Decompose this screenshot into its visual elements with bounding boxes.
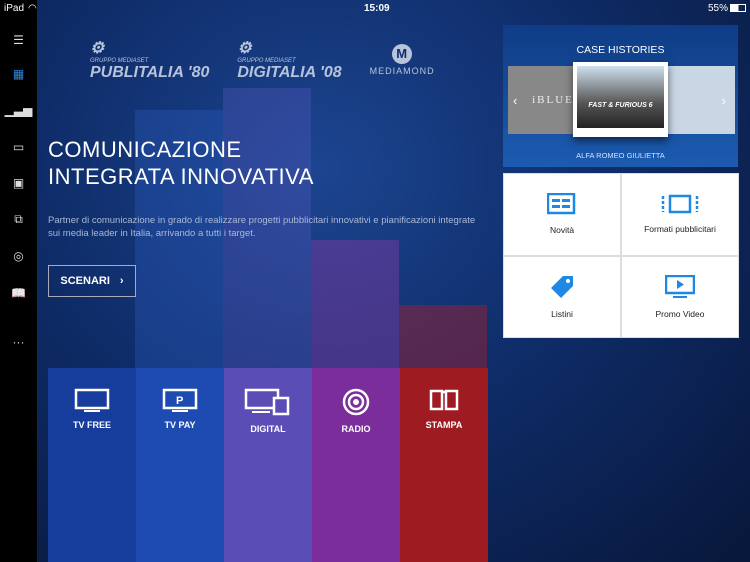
bg-column	[399, 305, 487, 370]
more-icon[interactable]: ···	[8, 333, 29, 351]
grid-item-novita[interactable]: Novità	[503, 173, 621, 256]
carousel-next-icon[interactable]: ›	[722, 93, 726, 108]
tile-tv-pay[interactable]: P TV PAY	[136, 368, 224, 562]
tile-stampa[interactable]: STAMPA	[400, 368, 488, 562]
grid-icon[interactable]: ▦	[8, 65, 29, 83]
hero-description: Partner di comunicazione in grado di rea…	[48, 215, 476, 239]
scenari-button[interactable]: SCENARI ›	[48, 265, 136, 297]
device-label: iPad	[4, 3, 25, 14]
wifi-icon: ◠	[28, 3, 37, 14]
status-bar: iPad ◠ 15:09 55%	[0, 0, 750, 16]
book-icon	[429, 389, 459, 411]
svg-text:P: P	[176, 395, 183, 407]
chart-icon[interactable]: ▁▃▅	[5, 101, 33, 119]
ad-format-icon	[661, 195, 699, 214]
digitalia-logo: ⚙ GRUPPO MEDIASET DIGITALIA '08	[237, 40, 342, 81]
carousel-item-active[interactable]: FAST & FURIOUS 6	[573, 62, 668, 137]
quick-links-grid: Novità Formati pubblicitari Listini Prom…	[503, 173, 739, 338]
tag-icon	[551, 275, 573, 298]
tile-digital[interactable]: DIGITAL	[224, 368, 312, 562]
clock: 15:09	[364, 3, 390, 14]
menu-icon[interactable]: ☰	[8, 31, 29, 49]
sidebar: ☰ ▦ ▁▃▅ ▭ ▣ ⧉ ◎ 📖 ···	[0, 0, 37, 562]
media-tiles: TV FREE P TV PAY DIGITAL RADIO STAMPA	[48, 368, 488, 562]
tv-icon	[74, 388, 110, 412]
carousel-prev-icon[interactable]: ‹	[513, 93, 517, 108]
tile-radio[interactable]: RADIO	[312, 368, 400, 562]
book-icon[interactable]: 📖	[8, 284, 29, 302]
bg-column	[311, 240, 399, 370]
pay-tv-icon: P	[162, 388, 198, 412]
hero-title: COMUNICAZIONE INTEGRATA INNOVATIVA	[48, 137, 314, 189]
battery-icon	[730, 4, 746, 12]
news-icon	[547, 193, 576, 215]
pay-tv-icon[interactable]: ▣	[8, 174, 29, 192]
case-caption: ALFA ROMEO GIULIETTA	[576, 151, 665, 160]
battery-percent: 55%	[708, 3, 729, 14]
grid-item-formati[interactable]: Formati pubblicitari	[621, 173, 739, 256]
tile-tv-free[interactable]: TV FREE	[48, 368, 136, 562]
case-histories-title: CASE HISTORIES	[576, 44, 665, 56]
radio-icon[interactable]: ◎	[8, 247, 29, 265]
digital-icon	[244, 388, 290, 416]
grid-item-promo-video[interactable]: Promo Video	[621, 255, 739, 338]
video-icon	[665, 274, 695, 298]
tv-icon[interactable]: ▭	[8, 138, 29, 156]
grid-item-listini[interactable]: Listini	[503, 255, 621, 338]
chevron-right-icon: ›	[119, 275, 124, 287]
publitalia-logo: ⚙ GRUPPO MEDIASET PUBLITALIA '80	[90, 40, 210, 81]
case-histories-panel: CASE HISTORIES iBLUE FAST & FURIOUS 6 ‹ …	[503, 25, 738, 167]
digital-icon[interactable]: ⧉	[8, 210, 29, 228]
brand-logos: ⚙ GRUPPO MEDIASET PUBLITALIA '80 ⚙ GRUPPO…	[90, 38, 435, 82]
radio-icon	[342, 388, 370, 416]
mediamond-logo: M MEDIAMOND	[369, 44, 435, 76]
